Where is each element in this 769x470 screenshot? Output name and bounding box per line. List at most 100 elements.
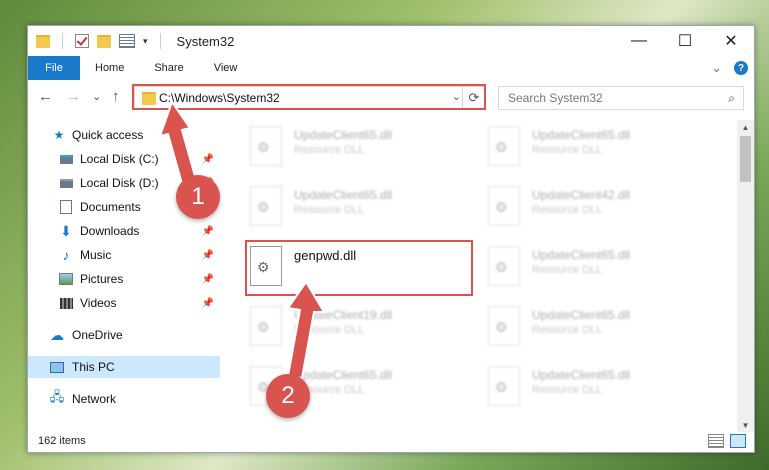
search-placeholder[interactable]: Search System32 xyxy=(508,91,603,105)
sidebar-item-music[interactable]: ♪ Music 📌 xyxy=(28,244,220,266)
search-icon[interactable]: ⌕ xyxy=(728,91,735,106)
search-box[interactable]: Search System32 ⌕ xyxy=(498,86,744,110)
sidebar-item-label: Network xyxy=(72,392,117,406)
file-name: UpdateClient65.dll xyxy=(532,248,631,262)
file-type: Resource DLL xyxy=(532,324,603,336)
music-icon: ♪ xyxy=(62,247,70,263)
large-icons-view-icon[interactable] xyxy=(730,434,746,448)
step-1-badge: 1 xyxy=(176,175,220,219)
file-name: UpdateClient65.dll xyxy=(532,368,631,382)
new-folder-icon[interactable] xyxy=(97,34,111,48)
pin-icon[interactable]: 📌 xyxy=(202,274,214,285)
sidebar-item-network[interactable]: 🖧 Network xyxy=(28,388,220,410)
quick-access-toolbar: ▾ System32 xyxy=(36,33,234,49)
annotation-arrow-2 xyxy=(286,280,326,380)
properties-check-icon[interactable] xyxy=(75,34,89,48)
scroll-up-icon[interactable]: ▲ xyxy=(737,120,754,134)
tab-home[interactable]: Home xyxy=(80,56,139,80)
dll-file-icon xyxy=(488,186,520,226)
sidebar-item-label: Local Disk (C:) xyxy=(80,152,159,166)
navigation-bar: ← → ⌄ ↑ C:\Windows\System32 ⌄ ⟳ Search S… xyxy=(28,82,754,114)
tab-file[interactable]: File xyxy=(28,56,80,80)
star-icon: ★ xyxy=(53,128,65,142)
cloud-icon: ☁ xyxy=(50,326,64,343)
pin-icon[interactable]: 📌 xyxy=(202,298,214,309)
vertical-scrollbar[interactable]: ▲ ▼ xyxy=(737,120,754,432)
sidebar-item-onedrive[interactable]: ☁ OneDrive xyxy=(28,324,220,346)
dll-file-icon xyxy=(250,306,282,346)
folder-icon[interactable] xyxy=(36,34,50,48)
file-item[interactable]: UpdateClient65.dll Resource DLL xyxy=(250,184,470,232)
status-bar: 162 items xyxy=(28,430,754,452)
maximize-button[interactable]: ☐ xyxy=(662,26,708,56)
details-view-icon[interactable] xyxy=(708,434,724,448)
file-item[interactable]: UpdateClient65.dll Resource DLL xyxy=(488,244,708,292)
caption-buttons: — ☐ ✕ xyxy=(616,26,754,56)
file-name: UpdateClient65.dll xyxy=(532,308,631,322)
folder-icon xyxy=(142,92,156,105)
sidebar-item-label: This PC xyxy=(72,360,115,374)
dll-file-icon xyxy=(488,246,520,286)
file-name: UpdateClient65.dll xyxy=(532,128,631,142)
close-button[interactable]: ✕ xyxy=(708,26,754,56)
file-item[interactable]: UpdateClient65.dll Resource DLL xyxy=(488,364,708,412)
file-type: Resource DLL xyxy=(532,264,603,276)
up-arrow-icon[interactable]: ↑ xyxy=(112,88,120,105)
download-icon: ⬇ xyxy=(60,222,72,239)
item-count: 162 items xyxy=(38,435,86,447)
scrollbar-thumb[interactable] xyxy=(740,136,751,182)
sidebar-item-label: Downloads xyxy=(80,224,140,238)
pin-icon[interactable]: 📌 xyxy=(202,250,214,261)
file-name: UpdateClient42.dll xyxy=(532,188,631,202)
sidebar-item-pictures[interactable]: Pictures 📌 xyxy=(28,268,220,290)
ribbon-right-controls: ⌄ ? xyxy=(711,60,748,76)
drive-icon xyxy=(59,177,73,189)
file-name: UpdateClient65.dll xyxy=(294,188,393,202)
file-explorer-window: ▾ System32 — ☐ ✕ File Home Share View ⌄ … xyxy=(27,25,755,453)
sidebar-item-label: Pictures xyxy=(80,272,124,286)
address-dropdown-icon[interactable]: ⌄ xyxy=(452,90,461,103)
file-item[interactable]: UpdateClient42.dll Resource DLL xyxy=(488,184,708,232)
file-item[interactable]: UpdateClient65.dll Resource DLL xyxy=(250,124,470,172)
file-type: Resource DLL xyxy=(532,384,603,396)
file-type: Resource DLL xyxy=(532,204,603,216)
pictures-icon xyxy=(59,273,73,285)
file-type: Resource DLL xyxy=(294,144,365,156)
sidebar-item-label: Music xyxy=(80,248,112,262)
sidebar-item-label: Documents xyxy=(80,200,141,214)
ribbon-tabs: File Home Share View ⌄ ? xyxy=(28,56,754,80)
title-bar: ▾ System32 — ☐ ✕ xyxy=(28,26,754,56)
computer-icon xyxy=(50,361,64,373)
refresh-icon[interactable]: ⟳ xyxy=(462,87,485,109)
sidebar-item-videos[interactable]: Videos 📌 xyxy=(28,292,220,314)
file-name: UpdateClient65.dll xyxy=(294,128,393,142)
network-icon: 🖧 xyxy=(49,389,65,404)
back-arrow-icon[interactable]: ← xyxy=(38,88,53,105)
drive-icon xyxy=(59,153,73,165)
dll-file-icon xyxy=(250,126,282,166)
tab-share[interactable]: Share xyxy=(139,56,198,80)
recent-locations-chevron-icon[interactable]: ⌄ xyxy=(92,90,101,103)
forward-arrow-icon[interactable]: → xyxy=(66,88,81,105)
sidebar-item-label: Videos xyxy=(80,296,117,310)
dll-file-icon xyxy=(488,366,520,406)
file-item[interactable]: UpdateClient65.dll Resource DLL xyxy=(488,124,708,172)
properties-icon[interactable] xyxy=(119,34,135,48)
sidebar-item-this-pc[interactable]: This PC xyxy=(28,356,220,378)
dll-file-icon xyxy=(250,186,282,226)
minimize-button[interactable]: — xyxy=(616,26,662,56)
step-2-badge: 2 xyxy=(266,374,310,418)
documents-icon xyxy=(59,200,73,214)
expand-ribbon-icon[interactable]: ⌄ xyxy=(711,60,722,76)
sidebar-item-label: Quick access xyxy=(72,128,144,142)
sidebar-item-label: OneDrive xyxy=(72,328,123,342)
file-item[interactable]: UpdateClient65.dll Resource DLL xyxy=(488,304,708,352)
tab-view[interactable]: View xyxy=(199,56,253,80)
help-icon[interactable]: ? xyxy=(734,61,748,75)
file-type: Resource DLL xyxy=(294,204,365,216)
dll-file-icon xyxy=(488,126,520,166)
sidebar-item-downloads[interactable]: ⬇ Downloads 📌 xyxy=(28,220,220,242)
window-title: System32 xyxy=(176,33,235,49)
customize-toolbar-dropdown-icon[interactable]: ▾ xyxy=(143,36,148,47)
pin-icon[interactable]: 📌 xyxy=(202,226,214,237)
